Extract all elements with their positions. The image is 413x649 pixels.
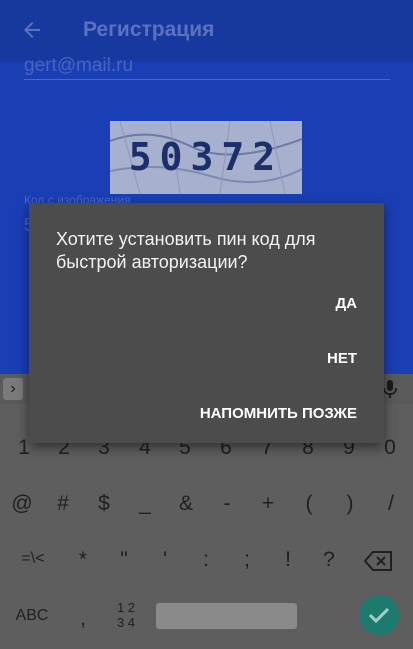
pin-code-dialog: Хотите установить пин код для быстрой ав…: [29, 203, 384, 443]
key-exclamation[interactable]: !: [268, 548, 308, 572]
key-single-quote[interactable]: ': [145, 548, 185, 572]
key-dollar[interactable]: $: [84, 492, 124, 516]
numpad-label-top: 1 2: [116, 600, 136, 615]
enter-button[interactable]: [359, 595, 399, 635]
yes-button[interactable]: ДА: [335, 295, 357, 312]
key-plus[interactable]: +: [248, 492, 288, 516]
email-field[interactable]: gert@mail.ru: [24, 55, 133, 77]
remind-later-button[interactable]: НАПОМНИТЬ ПОЗЖЕ: [200, 405, 357, 422]
back-arrow-icon[interactable]: [20, 18, 44, 42]
microphone-icon[interactable]: [382, 379, 398, 399]
backspace-icon[interactable]: [364, 550, 394, 572]
key-underscore[interactable]: _: [125, 492, 165, 516]
no-button[interactable]: НЕТ: [327, 350, 357, 367]
key-numpad[interactable]: 1 2 3 4: [106, 600, 146, 630]
dialog-message: Хотите установить пин код для быстрой ав…: [56, 229, 316, 272]
key-more-symbols[interactable]: =\<: [13, 550, 53, 568]
key-semicolon[interactable]: ;: [227, 548, 267, 572]
numpad-label-bottom: 3 4: [116, 615, 136, 630]
key-paren-open[interactable]: (: [289, 492, 329, 516]
key-at[interactable]: @: [2, 492, 42, 516]
key-slash[interactable]: /: [371, 492, 411, 516]
checkmark-icon: [368, 607, 390, 624]
email-underline: [24, 79, 390, 80]
key-abc[interactable]: ABC: [12, 607, 52, 625]
key-comma[interactable]: ,: [63, 607, 103, 631]
key-paren-close[interactable]: ): [330, 492, 370, 516]
key-question[interactable]: ?: [309, 548, 349, 572]
key-asterisk[interactable]: *: [63, 548, 103, 572]
key-ampersand[interactable]: &: [166, 492, 206, 516]
app-bar: Регистрация: [0, 0, 413, 62]
captcha-text: 50372: [128, 135, 284, 179]
key-double-quote[interactable]: ": [104, 548, 144, 572]
chevron-right-icon[interactable]: ›: [3, 378, 23, 400]
page-title: Регистрация: [83, 18, 215, 41]
key-hash[interactable]: #: [43, 492, 83, 516]
spacebar[interactable]: [156, 603, 297, 629]
key-minus[interactable]: -: [207, 492, 247, 516]
captcha-image: 50372: [110, 121, 302, 194]
key-colon[interactable]: :: [186, 548, 226, 572]
